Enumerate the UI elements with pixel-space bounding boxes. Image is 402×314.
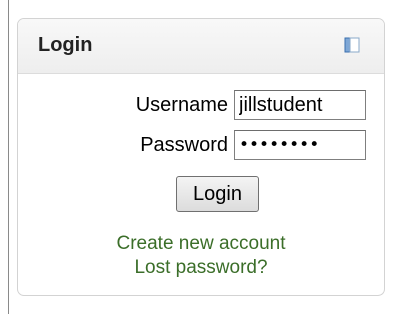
lost-password-link[interactable]: Lost password? xyxy=(18,256,384,280)
block-title: Login xyxy=(38,34,93,56)
account-links: Create new account Lost password? xyxy=(18,232,384,280)
password-row: Password xyxy=(140,130,366,160)
password-field[interactable] xyxy=(234,130,366,160)
password-label: Password xyxy=(140,133,228,156)
username-row: Username xyxy=(136,90,366,120)
create-account-link[interactable]: Create new account xyxy=(18,232,384,256)
dock-block-icon[interactable] xyxy=(344,37,360,53)
login-block: Login Username Password Login Create new… xyxy=(17,18,385,296)
block-header: Login xyxy=(18,19,384,74)
username-label: Username xyxy=(135,93,228,116)
login-button[interactable]: Login xyxy=(176,176,259,212)
page-left-edge xyxy=(8,0,9,314)
username-field[interactable] xyxy=(234,90,366,120)
